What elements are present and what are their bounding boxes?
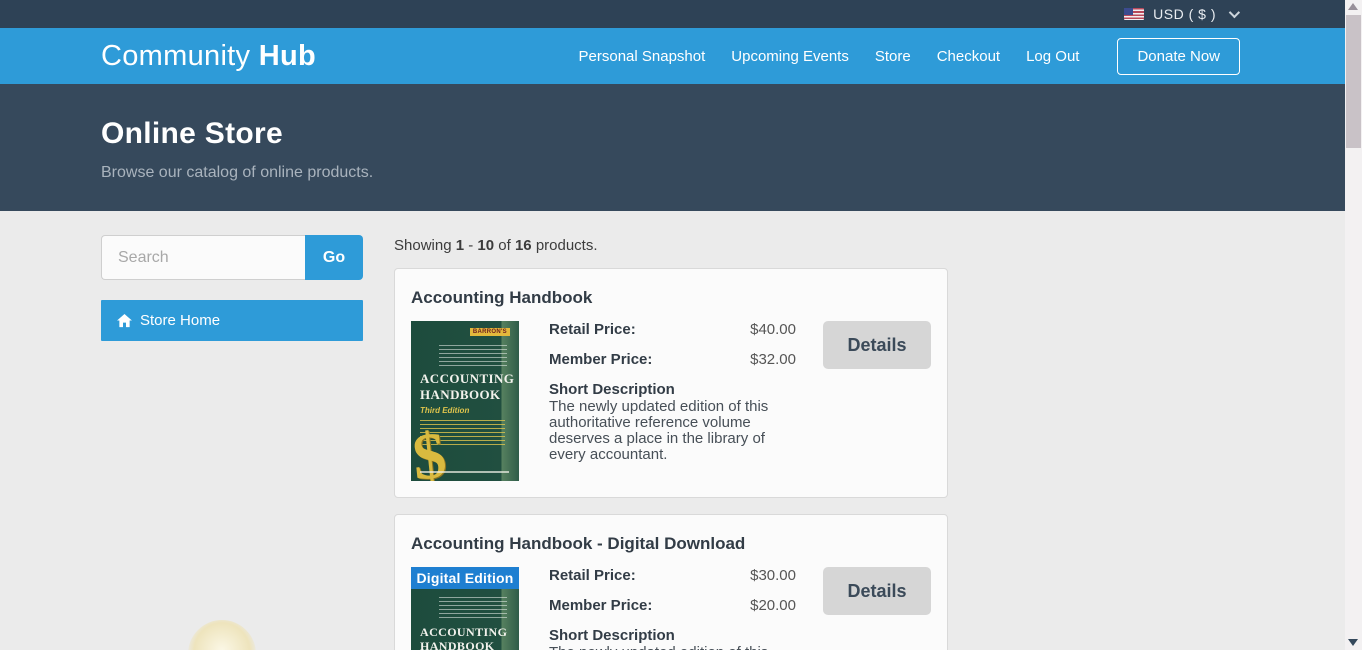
chevron-down-icon[interactable] — [1229, 7, 1240, 18]
short-description-text: The newly updated edition of this — [549, 645, 796, 650]
details-button[interactable]: Details — [823, 567, 931, 615]
main-navbar: Community Hub Personal Snapshot Upcoming… — [0, 28, 1345, 84]
digital-edition-banner: Digital Edition — [411, 567, 519, 589]
home-icon — [117, 314, 132, 328]
cover-title-line1: ACCOUNTING — [420, 371, 514, 387]
us-flag-icon — [1124, 8, 1144, 20]
cover-text-lines — [439, 597, 507, 621]
scroll-up-icon[interactable] — [1348, 3, 1358, 10]
results-of: of — [498, 237, 511, 254]
page-title: Online Store — [101, 117, 1345, 151]
cover-publisher-label: BARRON'S — [470, 328, 510, 336]
search-group: Go — [101, 235, 363, 280]
cover-edition: Third Edition — [420, 406, 469, 415]
results-to: 10 — [477, 237, 494, 254]
results-summary: Showing 1 - 10 of 16 products. — [394, 237, 948, 254]
member-price-value: $20.00 — [750, 597, 796, 614]
nav-item-checkout[interactable]: Checkout — [937, 48, 1000, 65]
donate-now-button[interactable]: Donate Now — [1117, 38, 1240, 75]
member-price-label: Member Price: — [549, 351, 652, 368]
product-card: Accounting Handbook BARRON'S ACCOUNTING … — [394, 268, 948, 498]
product-list: Showing 1 - 10 of 16 products. Accountin… — [394, 235, 948, 650]
page: USD ( $ ) Community Hub Personal Snapsho… — [0, 0, 1345, 650]
results-from: 1 — [456, 237, 464, 254]
cover-title-line2: HANDBOOK — [420, 639, 495, 650]
results-total: 16 — [515, 237, 532, 254]
sidebar-item-store-home[interactable]: Store Home — [101, 300, 363, 341]
scroll-down-icon[interactable] — [1348, 639, 1358, 646]
content-area: Go Store Home Showing 1 - 10 of 16 produ… — [0, 211, 1345, 650]
nav-item-personal-snapshot[interactable]: Personal Snapshot — [579, 48, 706, 65]
product-info: Retail Price: $30.00 Member Price: $20.0… — [549, 567, 796, 650]
retail-price-label: Retail Price: — [549, 567, 636, 584]
cover-author-line — [420, 471, 509, 473]
search-input[interactable] — [101, 235, 305, 280]
member-price-value: $32.00 — [750, 351, 796, 368]
product-cover-image: BARRON'S ACCOUNTING HANDBOOK Third Editi… — [411, 321, 519, 481]
search-go-button[interactable]: Go — [305, 235, 363, 280]
details-button[interactable]: Details — [823, 321, 931, 369]
product-info: Retail Price: $40.00 Member Price: $32.0… — [549, 321, 796, 463]
nav-item-store[interactable]: Store — [875, 48, 911, 65]
cover-text-lines — [439, 345, 507, 369]
product-cover-image: Digital Edition ACCOUNTING HANDBOOK Thir… — [411, 567, 519, 650]
logo-bold-text: Hub — [259, 40, 316, 72]
product-title: Accounting Handbook - Digital Download — [411, 534, 931, 554]
cover-title-line1: ACCOUNTING — [420, 625, 507, 640]
cover-title-line2: HANDBOOK — [420, 387, 500, 403]
currency-selector[interactable]: USD ( $ ) — [1153, 6, 1216, 22]
short-description-label: Short Description — [549, 627, 796, 644]
logo-light-text: Community — [101, 40, 250, 72]
results-dash: - — [468, 237, 473, 254]
site-logo[interactable]: Community Hub — [101, 40, 316, 73]
short-description-label: Short Description — [549, 381, 796, 398]
results-word: Showing — [394, 237, 452, 254]
product-card: Accounting Handbook - Digital Download D… — [394, 514, 948, 650]
page-header: Online Store Browse our catalog of onlin… — [0, 84, 1345, 211]
nav-item-upcoming-events[interactable]: Upcoming Events — [731, 48, 849, 65]
page-subtitle: Browse our catalog of online products. — [101, 164, 1345, 182]
vertical-scrollbar[interactable] — [1345, 0, 1362, 650]
sidebar-item-label: Store Home — [140, 312, 220, 329]
short-description-text: The newly updated edition of this author… — [549, 399, 796, 463]
retail-price-value: $30.00 — [750, 567, 796, 584]
retail-price-value: $40.00 — [750, 321, 796, 338]
product-title: Accounting Handbook — [411, 288, 931, 308]
member-price-label: Member Price: — [549, 597, 652, 614]
scrollbar-thumb[interactable] — [1346, 15, 1361, 148]
top-utility-bar: USD ( $ ) — [0, 0, 1345, 28]
nav-links: Personal Snapshot Upcoming Events Store … — [579, 38, 1240, 75]
nav-item-log-out[interactable]: Log Out — [1026, 48, 1079, 65]
retail-price-label: Retail Price: — [549, 321, 636, 338]
store-sidebar: Go Store Home — [101, 235, 363, 341]
results-suffix: products. — [536, 237, 598, 254]
